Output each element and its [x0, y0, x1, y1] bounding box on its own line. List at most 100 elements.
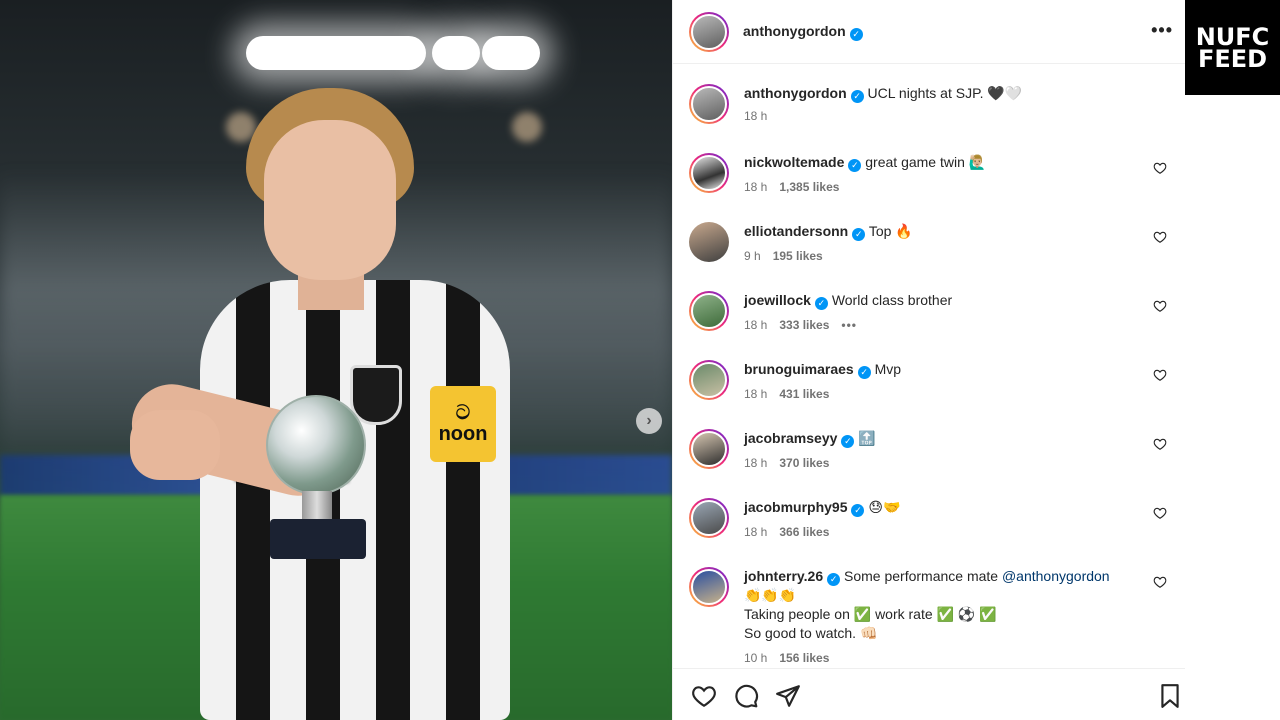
verified-icon: ✓	[850, 90, 864, 103]
comment-username[interactable]: nickwoltemade	[744, 154, 844, 170]
comment-meta: 18 h 431 likes	[744, 387, 1144, 401]
trophy-base	[270, 519, 366, 559]
comment-line: Taking people on ✅ work rate ✅ ⚽ ✅	[744, 606, 997, 622]
comment-meta: 18 h 1,385 likes	[744, 180, 1144, 194]
chevron-right-icon[interactable]: ›	[636, 408, 662, 434]
comment-body: nickwoltemade ✓ great game twin 🙋🏼‍♂️ 18 …	[744, 153, 1144, 194]
logo-line-2: FEED	[1197, 44, 1268, 73]
comment-line: jacobramseyy ✓ 🔝	[744, 429, 1144, 448]
heart-icon[interactable]	[1153, 575, 1167, 589]
comment-list[interactable]: anthonygordon ✓ UCL nights at SJP. 🖤🤍 18 …	[673, 64, 1185, 668]
avatar-image	[691, 86, 727, 122]
comment-text: great game twin 🙋🏼‍♂️	[865, 154, 987, 170]
verified-icon: ✓	[852, 228, 866, 241]
comment-text: 🔝	[858, 430, 876, 446]
comment-body: anthonygordon ✓ UCL nights at SJP. 🖤🤍 18 …	[744, 84, 1144, 124]
floodlight	[246, 36, 426, 70]
comment-mention[interactable]: @anthonygordon	[1002, 568, 1110, 584]
action-bar	[673, 668, 1185, 720]
avatar[interactable]	[689, 153, 729, 193]
comment-time[interactable]: 9 h	[744, 249, 761, 263]
comment-time[interactable]: 18 h	[744, 180, 767, 194]
avatar[interactable]	[689, 222, 729, 262]
comment-username[interactable]: johnterry.26	[744, 568, 823, 584]
comment-likes[interactable]: 333 likes	[779, 318, 829, 332]
avatar-image	[691, 431, 727, 467]
trophy-stem	[302, 491, 332, 521]
verified-icon: ✓	[814, 297, 828, 310]
comment-item: jacobmurphy95 ✓ 😓🤝 18 h 366 likes	[689, 498, 1169, 539]
avatar-image	[689, 222, 729, 262]
more-icon[interactable]: •••	[1151, 20, 1173, 41]
header-username[interactable]: anthonygordon ✓	[743, 23, 863, 41]
comment-line: brunoguimaraes ✓ Mvp	[744, 360, 1144, 379]
comment-line: elliotandersonn ✓ Top 🔥	[744, 222, 1144, 241]
trophy-icon	[260, 395, 380, 565]
avatar-image	[691, 569, 727, 605]
comment-likes[interactable]: 370 likes	[779, 456, 829, 470]
heart-icon[interactable]	[1153, 368, 1167, 382]
avatar[interactable]	[689, 498, 729, 538]
verified-icon: ✓	[857, 366, 871, 379]
avatar-image	[691, 293, 727, 329]
comment-likes[interactable]: 366 likes	[779, 525, 829, 539]
comment-username[interactable]: elliotandersonn	[744, 223, 848, 239]
player-face	[264, 120, 396, 280]
avatar[interactable]	[689, 291, 729, 331]
avatar[interactable]	[689, 11, 729, 52]
avatar[interactable]	[689, 567, 729, 607]
bookmark-icon[interactable]	[1157, 683, 1183, 709]
comment-body: elliotandersonn ✓ Top 🔥 9 h 195 likes	[744, 222, 1144, 263]
comment-icon[interactable]	[733, 683, 759, 709]
comment-meta: 18 h	[744, 109, 1144, 123]
comment-text: World class brother	[831, 292, 953, 308]
avatar-image	[691, 500, 727, 536]
avatar[interactable]	[689, 429, 729, 469]
comment-body: joewillock ✓ World class brother 18 h 333…	[744, 291, 1144, 332]
comment-item: joewillock ✓ World class brother 18 h 333…	[689, 291, 1169, 332]
comment-time[interactable]: 18 h	[744, 318, 767, 332]
post-header: anthonygordon ✓ •••	[673, 0, 1185, 64]
comment-item: elliotandersonn ✓ Top 🔥 9 h 195 likes	[689, 222, 1169, 263]
comment-meta: 10 h 156 likes	[744, 651, 1144, 665]
comment-time[interactable]: 18 h	[744, 387, 767, 401]
avatar[interactable]	[689, 360, 729, 400]
heart-icon[interactable]	[1153, 506, 1167, 520]
post-image[interactable]: ට noon sela ›	[0, 0, 672, 720]
comment-text: UCL nights at SJP. 🖤🤍	[867, 85, 1023, 101]
avatar[interactable]	[689, 84, 729, 124]
comment-body: jacobmurphy95 ✓ 😓🤝 18 h 366 likes	[744, 498, 1144, 539]
comment-text: Top 🔥	[868, 223, 913, 239]
verified-icon: ✓	[827, 573, 841, 586]
verified-icon: ✓	[849, 27, 863, 41]
comment-text: Some performance mate	[844, 568, 999, 584]
comment-username[interactable]: jacobramseyy	[744, 430, 837, 446]
share-icon[interactable]	[775, 683, 801, 709]
comment-time[interactable]: 18 h	[744, 109, 767, 123]
armband-text: noon	[438, 422, 488, 445]
comment-time[interactable]: 18 h	[744, 456, 767, 470]
comment-likes[interactable]: 156 likes	[779, 651, 829, 665]
comment-username[interactable]: jacobmurphy95	[744, 499, 847, 515]
heart-icon[interactable]	[1153, 437, 1167, 451]
verified-icon: ✓	[841, 435, 855, 448]
comment-options-icon[interactable]: •••	[841, 318, 857, 332]
comment-meta: 18 h 370 likes	[744, 456, 1144, 470]
comment-meta: 9 h 195 likes	[744, 249, 1144, 263]
heart-icon[interactable]	[1153, 161, 1167, 175]
comment-likes[interactable]: 195 likes	[773, 249, 823, 263]
player-hand	[130, 410, 220, 480]
comment-time[interactable]: 18 h	[744, 525, 767, 539]
comment-username[interactable]: joewillock	[744, 292, 811, 308]
heart-icon[interactable]	[1153, 230, 1167, 244]
comment-username[interactable]: brunoguimaraes	[744, 361, 854, 377]
verified-icon: ✓	[848, 159, 862, 172]
comment-likes[interactable]: 431 likes	[779, 387, 829, 401]
comment-username[interactable]: anthonygordon	[744, 85, 847, 101]
header-username-text[interactable]: anthonygordon	[743, 23, 846, 39]
comment-likes[interactable]: 1,385 likes	[779, 180, 839, 194]
heart-icon[interactable]	[691, 683, 717, 709]
comment-time[interactable]: 10 h	[744, 651, 767, 665]
floodlight	[482, 36, 540, 70]
heart-icon[interactable]	[1153, 299, 1167, 313]
